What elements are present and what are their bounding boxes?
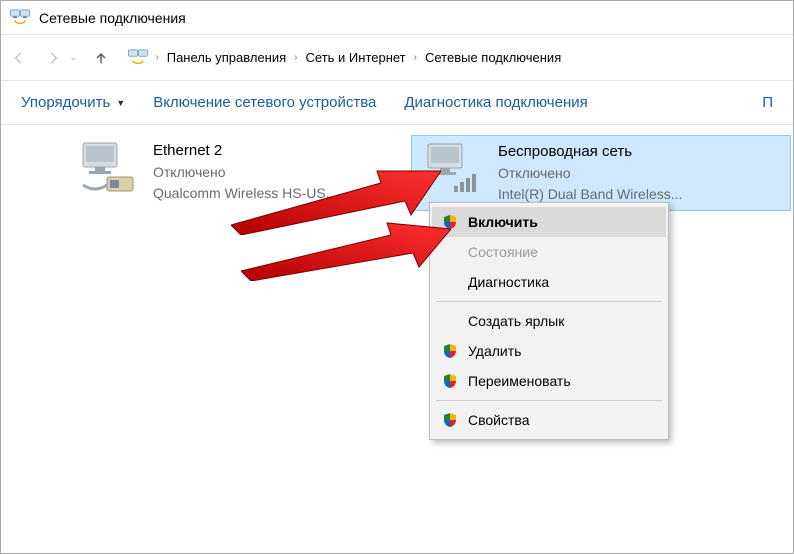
titlebar: Сетевые подключения	[1, 1, 793, 35]
caret-down-icon: ▼	[116, 98, 125, 108]
menu-item-rename[interactable]: Переименовать	[432, 366, 666, 396]
enable-device-label: Включение сетевого устройства	[153, 94, 376, 111]
menu-item-label: Создать ярлык	[468, 313, 564, 329]
menu-separator	[436, 301, 662, 302]
menu-item-label: Включить	[468, 214, 538, 230]
diagnose-connection-button[interactable]: Диагностика подключения	[404, 94, 587, 111]
shield-icon	[440, 410, 460, 430]
menu-item-label: Переименовать	[468, 373, 571, 389]
navbar: ⌄ › Панель управления › Сеть и Интернет …	[1, 35, 793, 81]
ethernet-adapter-icon	[75, 141, 141, 197]
adapter-status: Отключено	[153, 163, 399, 182]
annotation-arrow	[241, 221, 451, 281]
organize-label: Упорядочить	[21, 94, 110, 111]
adapter-text: Беспроводная сеть Отключено Intel(R) Dua…	[498, 142, 782, 204]
network-connections-icon	[9, 7, 31, 29]
shield-icon	[440, 341, 460, 361]
adapter-item-wireless[interactable]: Беспроводная сеть Отключено Intel(R) Dua…	[411, 135, 791, 211]
breadcrumb: › Панель управления › Сеть и Интернет › …	[127, 47, 563, 69]
crumb-control-panel[interactable]: Панель управления	[165, 48, 288, 67]
wireless-adapter-icon	[420, 142, 486, 198]
menu-item-diagnose[interactable]: Диагностика	[432, 267, 666, 297]
menu-item-properties[interactable]: Свойства	[432, 405, 666, 435]
menu-item-label: Диагностика	[468, 274, 549, 290]
diagnose-connection-label: Диагностика подключения	[404, 94, 587, 111]
organize-button[interactable]: Упорядочить ▼	[21, 94, 125, 111]
menu-item-label: Состояние	[468, 244, 538, 260]
content-area: Ethernet 2 Отключено Qualcomm Wireless H…	[1, 125, 793, 553]
menu-item-delete[interactable]: Удалить	[432, 336, 666, 366]
chevron-right-icon[interactable]: ›	[414, 52, 417, 63]
history-dropdown[interactable]: ⌄	[69, 52, 77, 63]
network-connections-icon	[127, 47, 149, 69]
forward-button[interactable]	[43, 48, 63, 68]
menu-separator	[436, 400, 662, 401]
adapter-name: Ethernet 2	[153, 141, 399, 161]
up-button[interactable]	[91, 48, 111, 68]
blank-icon	[440, 272, 460, 292]
adapter-text: Ethernet 2 Отключено Qualcomm Wireless H…	[153, 141, 399, 203]
adapter-status: Отключено	[498, 164, 782, 183]
enable-device-button[interactable]: Включение сетевого устройства	[153, 94, 376, 111]
chevron-right-icon[interactable]: ›	[294, 52, 297, 63]
back-button[interactable]	[9, 48, 29, 68]
crumb-network-internet[interactable]: Сеть и Интернет	[304, 48, 408, 67]
context-menu: Включить Состояние Диагностика Создать я…	[429, 202, 669, 440]
command-bar: Упорядочить ▼ Включение сетевого устройс…	[1, 81, 793, 125]
crumb-network-connections[interactable]: Сетевые подключения	[423, 48, 563, 67]
window-title: Сетевые подключения	[39, 10, 186, 26]
adapter-device: Qualcomm Wireless HS-US...	[153, 184, 399, 203]
overflow-button[interactable]: П	[762, 94, 773, 111]
shield-icon	[440, 212, 460, 232]
chevron-right-icon[interactable]: ›	[155, 52, 158, 63]
overflow-label: П	[762, 94, 773, 111]
adapter-item-ethernet[interactable]: Ethernet 2 Отключено Qualcomm Wireless H…	[67, 135, 407, 209]
menu-item-label: Свойства	[468, 412, 529, 428]
menu-item-status: Состояние	[432, 237, 666, 267]
shield-icon	[440, 371, 460, 391]
menu-item-label: Удалить	[468, 343, 521, 359]
menu-item-shortcut[interactable]: Создать ярлык	[432, 306, 666, 336]
blank-icon	[440, 242, 460, 262]
blank-icon	[440, 311, 460, 331]
adapter-name: Беспроводная сеть	[498, 142, 782, 162]
menu-item-enable[interactable]: Включить	[432, 207, 666, 237]
